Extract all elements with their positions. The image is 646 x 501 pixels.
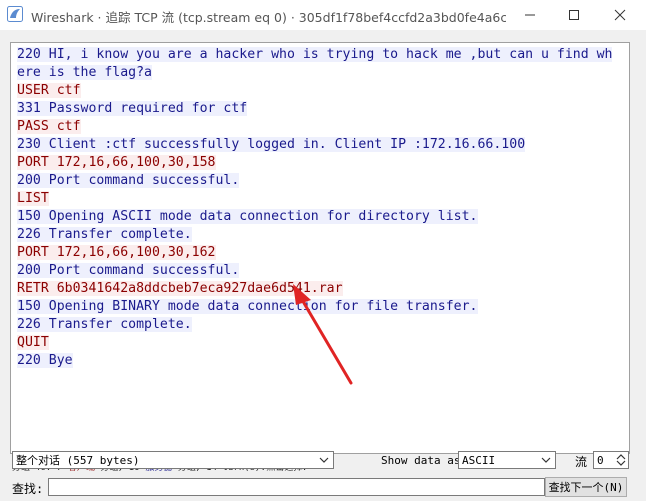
find-row: 查找: 查找下一个(N) — [12, 477, 636, 498]
minimize-icon — [525, 14, 535, 16]
close-button[interactable] — [597, 0, 643, 30]
stream-content-view[interactable]: 220 HI, i know you are a hacker who is t… — [10, 42, 630, 454]
stream-number-spinner[interactable]: 0 — [593, 451, 629, 469]
chevron-down-icon — [319, 457, 329, 463]
close-icon — [614, 9, 626, 21]
chevron-down-icon — [541, 457, 551, 463]
red-arrow-annotation — [293, 284, 353, 385]
window-title: Wireshark · 追踪 TCP 流 (tcp.stream eq 0) ·… — [31, 10, 506, 25]
spinner-arrows-icon — [616, 454, 626, 466]
dialog-body: 220 HI, i know you are a hacker who is t… — [0, 30, 646, 501]
conversation-select[interactable]: 整个对话 (557 bytes) — [12, 451, 334, 469]
maximize-icon — [569, 10, 579, 20]
find-input[interactable] — [48, 478, 545, 496]
show-data-select-value: ASCII — [462, 453, 496, 467]
stream-number-value: 0 — [597, 453, 604, 467]
stream-controls: 整个对话 (557 bytes) Show data as ASCII 流 0 — [12, 451, 636, 473]
wireshark-fin-icon — [7, 6, 23, 22]
conversation-select-value: 整个对话 (557 bytes) — [16, 454, 140, 467]
find-label: 查找: — [12, 482, 44, 496]
title-bar: Wireshark · 追踪 TCP 流 (tcp.stream eq 0) ·… — [0, 0, 646, 30]
minimize-button[interactable] — [507, 0, 553, 30]
show-data-label: Show data as — [381, 454, 461, 467]
maximize-button[interactable] — [551, 0, 597, 30]
stream-label: 流 — [575, 455, 588, 469]
find-next-button[interactable]: 查找下一个(N) — [545, 477, 627, 497]
show-data-select[interactable]: ASCII — [458, 451, 556, 469]
